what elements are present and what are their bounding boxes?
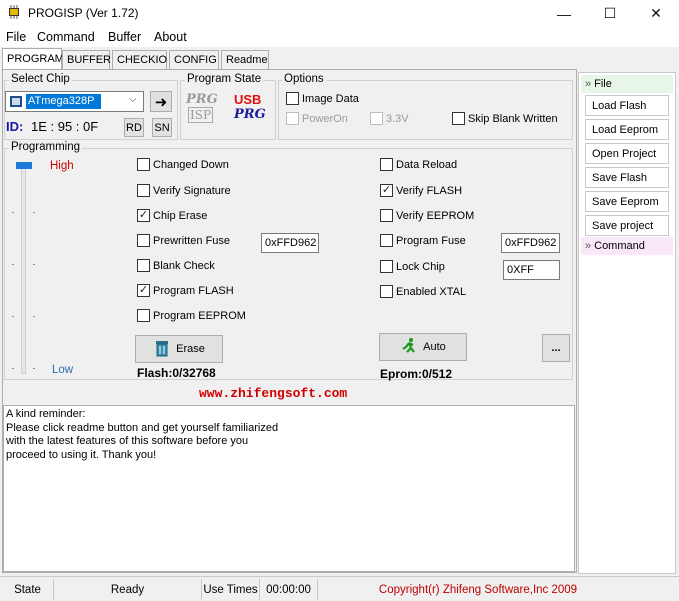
log-line: proceed to using it. Thank you!: [6, 448, 157, 461]
verify-flash-checkbox[interactable]: ✓ Verify FLASH: [380, 184, 462, 197]
menu-command[interactable]: Command: [37, 30, 95, 44]
slider-thumb[interactable]: [16, 162, 32, 169]
rd-button[interactable]: RD: [124, 118, 144, 137]
flash-usage: Flash:0/32768: [137, 366, 216, 380]
programming-title: Programming: [9, 141, 83, 153]
chip-select-value: ATmega328P: [26, 94, 101, 109]
open-project-button[interactable]: Open Project: [585, 143, 669, 164]
more-options-button[interactable]: ...: [542, 334, 570, 362]
chip-id-value: 1E : 95 : 0F: [31, 119, 99, 134]
tab-readme[interactable]: Readme: [221, 50, 269, 70]
auto-button[interactable]: Auto: [379, 333, 467, 361]
command-section-header[interactable]: » Command: [581, 237, 673, 255]
erase-button[interactable]: Erase: [135, 335, 223, 363]
data-reload-checkbox[interactable]: Data Reload: [380, 158, 457, 171]
menu-bar: File Command Buffer About: [0, 27, 679, 47]
check-mark-icon: ✓: [137, 209, 150, 222]
menu-about[interactable]: About: [154, 30, 187, 44]
program-fuse-field[interactable]: 0xFFD962: [501, 233, 560, 253]
tab-checkio[interactable]: CHECKIO: [112, 50, 167, 70]
blank-check-checkbox[interactable]: Blank Check: [137, 259, 215, 272]
running-man-icon: [400, 337, 418, 358]
menu-buffer[interactable]: Buffer: [108, 30, 141, 44]
tab-config[interactable]: CONFIG: [169, 50, 219, 70]
program-fuse-checkbox[interactable]: Program Fuse: [380, 234, 466, 247]
maximize-button[interactable]: ☐: [587, 0, 633, 27]
select-chip-title: Select Chip: [9, 73, 72, 85]
program-state-title: Program State: [185, 73, 264, 85]
slider-high-label: High: [50, 160, 74, 172]
check-mark-icon: ✓: [137, 284, 150, 297]
chevron-double-right-icon: »: [585, 240, 592, 252]
chevron-double-down-icon: »: [585, 78, 592, 90]
file-section-header[interactable]: » File: [581, 75, 673, 93]
lock-chip-checkbox[interactable]: Lock Chip: [380, 260, 445, 273]
program-eeprom-checkbox[interactable]: Program EEPROM: [137, 309, 246, 322]
tab-buffer[interactable]: BUFFER: [62, 50, 111, 70]
menu-file[interactable]: File: [6, 30, 26, 44]
poweron-checkbox[interactable]: PowerOn: [286, 112, 348, 125]
close-button[interactable]: ✕: [633, 0, 679, 27]
use-times-label: Use Times: [202, 579, 260, 600]
lock-chip-field[interactable]: 0XFF: [503, 260, 560, 280]
save-flash-button[interactable]: Save Flash: [585, 167, 669, 188]
chevron-down-icon[interactable]: ⌵: [129, 94, 137, 105]
log-line: A kind reminder:: [6, 408, 86, 420]
slider-low-label: Low: [52, 364, 74, 376]
title-bar: PROGISP (Ver 1.72) — ☐ ✕: [0, 0, 679, 27]
program-flash-checkbox[interactable]: ✓ Program FLASH: [137, 284, 234, 297]
slider-track: [21, 164, 26, 374]
3v3-checkbox[interactable]: 3.3V: [370, 112, 409, 125]
state-label: State: [2, 579, 54, 600]
isp-state-icon: PRG ISP: [186, 92, 218, 123]
chip-id-label: ID:: [6, 119, 24, 134]
log-line: with the latest features of this softwar…: [6, 435, 249, 447]
save-project-button[interactable]: Save project: [585, 215, 669, 236]
programming-group: [4, 148, 573, 380]
tab-program[interactable]: PROGRAM: [2, 48, 64, 70]
state-value: Ready: [54, 579, 202, 600]
chip-icon: [9, 95, 23, 108]
chip-app-icon: [6, 5, 22, 19]
changed-down-checkbox[interactable]: Changed Down: [137, 158, 229, 171]
window-title: PROGISP (Ver 1.72): [28, 6, 139, 20]
log-output[interactable]: A kind reminder: Please click readme but…: [3, 405, 575, 572]
slider-ticks-left: [12, 212, 14, 372]
speed-slider[interactable]: [10, 162, 40, 376]
image-data-checkbox[interactable]: Image Data: [286, 92, 359, 105]
slider-ticks-right: [33, 212, 35, 372]
verify-signature-checkbox[interactable]: Verify Signature: [137, 184, 231, 197]
save-eeprom-button[interactable]: Save Eeprom: [585, 191, 669, 212]
load-eeprom-button[interactable]: Load Eeprom: [585, 119, 669, 140]
side-panel: » File Load Flash Load Eeprom Open Proje…: [578, 72, 676, 574]
load-flash-button[interactable]: Load Flash: [585, 95, 669, 116]
status-bar: State Ready Use Times 00:00:00 Copyright…: [0, 576, 679, 601]
sn-button[interactable]: SN: [152, 118, 172, 137]
website-link[interactable]: www.zhifengsoft.com: [199, 386, 347, 401]
usb-state-icon: USB PRG: [234, 92, 266, 122]
chip-select[interactable]: ATmega328P ⌵: [5, 91, 144, 112]
arrow-right-button[interactable]: ➜: [150, 91, 172, 112]
prewritten-fuse-field[interactable]: 0xFFD962: [261, 233, 319, 253]
enabled-xtal-checkbox[interactable]: Enabled XTAL: [380, 285, 466, 298]
log-line: Please click readme button and get yours…: [6, 421, 279, 434]
chip-erase-checkbox[interactable]: ✓ Chip Erase: [137, 209, 207, 222]
eprom-usage: Eprom:0/512: [380, 367, 453, 381]
minimize-button[interactable]: —: [541, 0, 587, 27]
trash-icon: [153, 339, 171, 360]
verify-eeprom-checkbox[interactable]: Verify EEPROM: [380, 209, 474, 222]
copyright-text: Copyright(r) Zhifeng Software,Inc 2009: [378, 583, 578, 596]
use-times-value: 00:00:00: [260, 579, 318, 600]
skip-blank-checkbox[interactable]: Skip Blank Written: [452, 112, 558, 125]
arrow-right-icon: ➜: [154, 93, 168, 111]
check-mark-icon: ✓: [380, 184, 393, 197]
options-title: Options: [282, 73, 326, 85]
prewritten-fuse-checkbox[interactable]: Prewritten Fuse: [137, 234, 230, 247]
options-group: [278, 80, 573, 140]
